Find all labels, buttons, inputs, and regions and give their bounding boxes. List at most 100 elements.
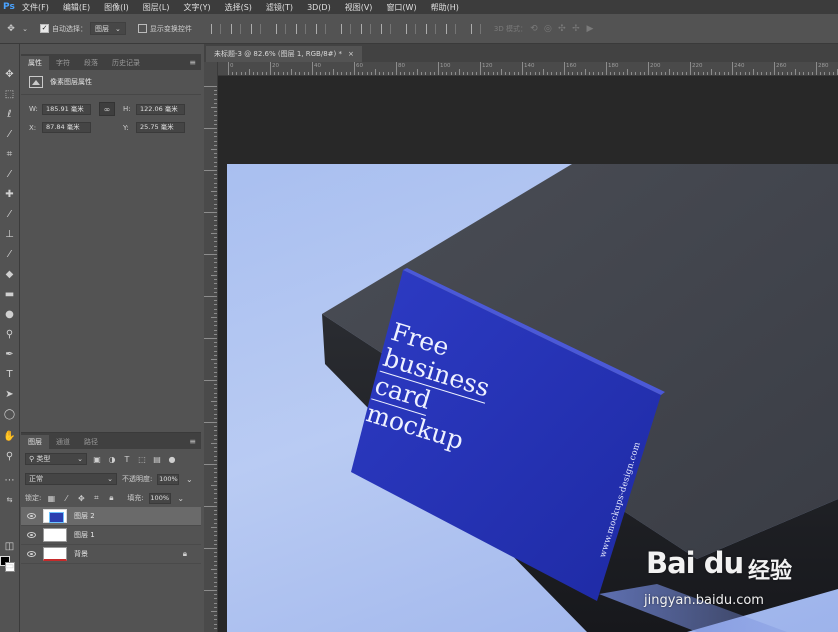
visibility-eye-icon[interactable] — [27, 532, 36, 538]
screen-mode-icon[interactable]: ▭ — [2, 558, 17, 574]
ruler-tick — [622, 72, 624, 75]
blend-mode-dropdown[interactable]: 正常 ⌄ — [25, 473, 117, 485]
eraser-tool-icon[interactable]: ◆ — [2, 266, 17, 282]
quick-mask-icon[interactable]: ◫ — [2, 538, 17, 554]
dodge-tool-icon[interactable]: ⚲ — [2, 326, 17, 342]
align-vcenter-icon[interactable] — [230, 23, 241, 34]
eyedropper-tool-icon[interactable]: ⁄ — [2, 166, 17, 182]
tab-properties[interactable]: 属性 — [21, 56, 49, 70]
menu-window[interactable]: 窗口(W) — [386, 2, 416, 13]
hand-tool-icon[interactable]: ✋ — [2, 428, 17, 444]
menu-image[interactable]: 图像(I) — [104, 2, 129, 13]
crop-tool-icon[interactable]: ⌗ — [2, 146, 17, 162]
lock-position-icon[interactable]: ✥ — [76, 493, 86, 503]
panel-menu-icon[interactable]: ≡ — [189, 435, 196, 449]
align-hcenter-icon[interactable] — [295, 23, 306, 34]
quick-select-tool-icon[interactable]: ⁄ — [2, 126, 17, 142]
y-field[interactable]: 25.75 毫米 — [136, 122, 185, 133]
filter-pixel-icon[interactable]: ▣ — [92, 454, 102, 464]
lasso-tool-icon[interactable]: ℓ — [2, 106, 17, 122]
visibility-eye-icon[interactable] — [27, 551, 36, 557]
layer-row-layer-2[interactable]: 图层 2 — [21, 507, 201, 526]
lock-transparent-icon[interactable]: ▦ — [46, 493, 56, 503]
menu-view[interactable]: 视图(V) — [345, 2, 373, 13]
menu-layer[interactable]: 图层(L) — [143, 2, 170, 13]
filter-smart-object-icon[interactable]: ▤ — [152, 454, 162, 464]
filter-adjustment-icon[interactable]: ◑ — [107, 454, 117, 464]
distribute-right-icon[interactable] — [445, 23, 456, 34]
tab-paths[interactable]: 路径 — [77, 435, 105, 449]
menu-help[interactable]: 帮助(H) — [431, 2, 459, 13]
zoom-tool-icon[interactable]: ⚲ — [2, 448, 17, 464]
menu-type[interactable]: 文字(Y) — [183, 2, 210, 13]
pen-tool-icon[interactable]: ✒ — [2, 346, 17, 362]
menu-file[interactable]: 文件(F) — [22, 2, 49, 13]
distribute-vcenter-icon[interactable] — [360, 23, 371, 34]
auto-select-dropdown[interactable]: 图层 ⌄ — [90, 22, 126, 35]
tab-layers[interactable]: 图层 — [21, 435, 49, 449]
show-transform-checkbox[interactable] — [137, 24, 147, 33]
panel-menu-icon[interactable]: ≡ — [189, 56, 196, 70]
gradient-tool-icon[interactable]: ▬ — [2, 286, 17, 302]
history-brush-tool-icon[interactable]: ⁄ — [2, 246, 17, 262]
chevron-down-icon[interactable]: ⌄ — [176, 493, 186, 503]
height-field[interactable]: 122.06 毫米 — [136, 103, 185, 115]
menu-3d[interactable]: 3D(D) — [307, 3, 331, 12]
close-icon[interactable]: × — [348, 50, 354, 58]
filter-type-icon[interactable]: T — [122, 454, 132, 464]
clone-stamp-tool-icon[interactable]: ⊥ — [2, 226, 17, 242]
type-tool-icon[interactable]: T — [2, 366, 17, 382]
layer-row-background[interactable]: 背景 🔒︎ — [21, 545, 201, 564]
lock-pixels-icon[interactable]: ⁄ — [61, 493, 71, 503]
filter-shape-icon[interactable]: ⬚ — [137, 454, 147, 464]
align-bottom-icon[interactable] — [250, 23, 261, 34]
x-field[interactable]: 87.84 毫米 — [42, 122, 91, 133]
blur-tool-icon[interactable]: ● — [2, 306, 17, 322]
roll-3d-icon[interactable]: ◎ — [541, 22, 555, 36]
marquee-tool-icon[interactable]: ⬚ — [2, 86, 17, 102]
slide-3d-icon[interactable]: ✢ — [569, 22, 583, 36]
orbit-3d-icon[interactable]: ⟲ — [527, 22, 541, 36]
distribute-left-icon[interactable] — [405, 23, 416, 34]
tab-channels[interactable]: 通道 — [49, 435, 77, 449]
auto-align-icon[interactable] — [470, 23, 481, 34]
tab-paragraph[interactable]: 段落 — [77, 56, 105, 70]
more-tools-icon[interactable]: ⋯ — [2, 472, 17, 488]
align-right-icon[interactable] — [315, 23, 326, 34]
path-select-tool-icon[interactable]: ➤ — [2, 386, 17, 402]
brush-tool-icon[interactable]: ⁄ — [2, 206, 17, 222]
filter-toggle-icon[interactable]: ● — [167, 454, 177, 464]
auto-select-checkbox[interactable]: ✓ — [40, 24, 49, 33]
fill-field[interactable]: 100% — [148, 492, 171, 504]
width-field[interactable]: 185.91 毫米 — [42, 103, 91, 115]
distribute-top-icon[interactable] — [340, 23, 351, 34]
lock-artboard-icon[interactable]: ⌗ — [91, 493, 101, 503]
distribute-bottom-icon[interactable] — [380, 23, 391, 34]
move-tool-icon[interactable]: ✥ — [2, 66, 17, 82]
shape-tool-icon[interactable]: ◯ — [2, 406, 17, 422]
distribute-hcenter-icon[interactable] — [425, 23, 436, 34]
lock-all-icon[interactable]: 🔒︎ — [106, 493, 116, 503]
chevron-down-icon[interactable]: ⌄ — [184, 474, 194, 484]
move-tool-icon[interactable]: ✥ — [4, 22, 18, 36]
healing-brush-tool-icon[interactable]: ✚ — [2, 186, 17, 202]
align-top-icon[interactable] — [210, 23, 221, 34]
swap-colors-icon[interactable]: ⇆ — [2, 492, 17, 508]
menu-edit[interactable]: 编辑(E) — [63, 2, 90, 13]
camera-3d-icon[interactable]: ▶ — [583, 22, 597, 36]
visibility-eye-icon[interactable] — [27, 513, 36, 519]
layer-row-layer-1[interactable]: 图层 1 — [21, 526, 201, 545]
document-tab[interactable]: 未标题-3 @ 82.6% (图层 1, RGB/8#) * × — [206, 46, 362, 62]
tab-history[interactable]: 历史记录 — [105, 56, 147, 70]
drag-3d-icon[interactable]: ✣ — [555, 22, 569, 36]
opacity-field[interactable]: 100% — [157, 473, 180, 485]
vertical-ruler[interactable] — [204, 62, 218, 632]
filter-kind-dropdown[interactable]: ⚲ 类型 ⌄ — [25, 453, 87, 465]
chevron-down-icon[interactable]: ⌄ — [18, 22, 32, 36]
tab-character[interactable]: 字符 — [49, 56, 77, 70]
link-icon[interactable]: ∞ — [99, 102, 115, 116]
align-left-icon[interactable] — [275, 23, 286, 34]
horizontal-ruler[interactable]: 0 20 40 60 80 100 120 140 160 180 200 220 240 260 280 — [218, 62, 838, 76]
menu-filter[interactable]: 滤镜(T) — [266, 2, 293, 13]
menu-select[interactable]: 选择(S) — [225, 2, 252, 13]
